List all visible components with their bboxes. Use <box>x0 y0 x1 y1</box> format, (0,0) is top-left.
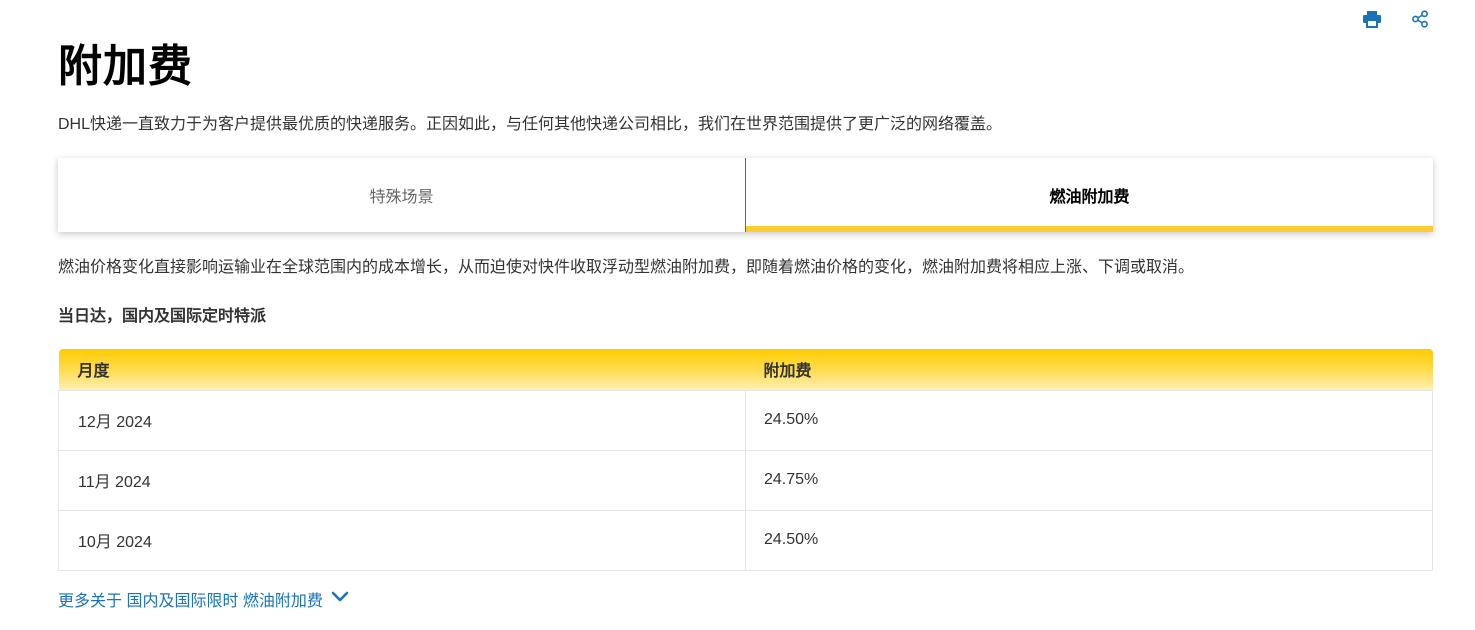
surcharge-cell: 24.75% <box>745 449 1433 511</box>
fuel-surcharge-description: 燃油价格变化直接影响运输业在全球范围内的成本增长，从而迫使对快件收取浮动型燃油附… <box>58 259 1195 276</box>
chevron-down-icon <box>331 590 349 608</box>
tab-special-scenarios[interactable]: 特殊场景 <box>58 158 745 232</box>
intro-text: DHL快递一直致力于为客户提供最优质的快递服务。正因如此，与任何其他快递公司相比… <box>58 116 1003 133</box>
section-heading: 当日达，国内及国际定时特派 <box>58 308 267 325</box>
surcharge-cell: 24.50% <box>745 389 1433 451</box>
table-row: 11月 2024 24.75% <box>58 449 1433 511</box>
print-icon[interactable] <box>1361 8 1383 30</box>
surcharge-cell: 24.50% <box>745 509 1433 571</box>
page-title: 附加费 <box>58 42 193 91</box>
month-cell: 11月 2024 <box>58 449 746 511</box>
column-header-month: 月度 <box>58 349 746 390</box>
month-cell: 12月 2024 <box>58 389 746 451</box>
table-header-row: 月度 附加费 <box>58 349 1433 390</box>
more-fuel-surcharge-link[interactable]: 更多关于 国内及国际限时 燃油附加费 <box>58 587 349 611</box>
more-link-label: 更多关于 国内及国际限时 燃油附加费 <box>58 593 323 610</box>
table-row: 10月 2024 24.50% <box>58 509 1433 571</box>
share-icon[interactable] <box>1409 8 1431 30</box>
tab-bar: 特殊场景 燃油附加费 <box>58 158 1433 232</box>
tab-fuel-surcharge[interactable]: 燃油附加费 <box>745 158 1433 232</box>
page-actions <box>1361 8 1431 30</box>
column-header-surcharge: 附加费 <box>745 349 1433 390</box>
table-row: 12月 2024 24.50% <box>58 389 1433 451</box>
surcharge-table: 月度 附加费 12月 2024 24.50% 11月 2024 24.75% 1… <box>58 349 1433 571</box>
month-cell: 10月 2024 <box>58 509 746 571</box>
